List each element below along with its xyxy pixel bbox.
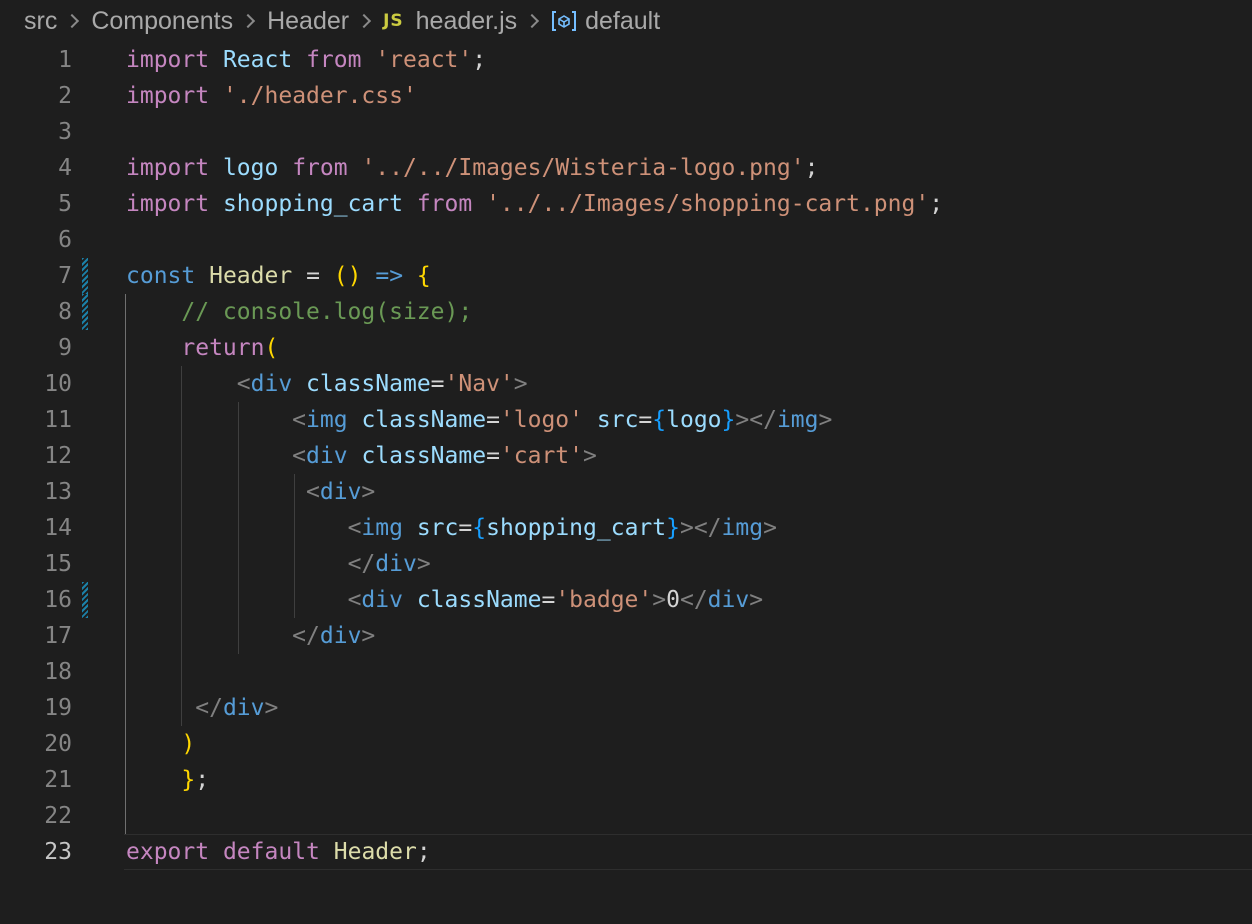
line-number[interactable]: 15 [0, 546, 72, 582]
line-number[interactable]: 5 [0, 186, 72, 222]
indent-guide [181, 366, 182, 726]
code-text: <div> [306, 479, 376, 505]
indent-guide [125, 294, 126, 834]
code-line[interactable]: 17 </div> [0, 618, 1252, 654]
chevron-right-icon [525, 13, 540, 29]
code-line[interactable]: 3 [0, 114, 1252, 150]
line-number[interactable]: 22 [0, 798, 72, 834]
code-editor[interactable]: 1 import React from 'react'; 2 import './he… [0, 42, 1252, 924]
chevron-right-icon [65, 13, 80, 29]
code-line[interactable]: 7 const Header = () => { [0, 258, 1252, 294]
line-number[interactable]: 9 [0, 330, 72, 366]
code-line[interactable]: 20 ) [0, 726, 1252, 762]
code-line[interactable]: 9 return( [0, 330, 1252, 366]
line-number[interactable]: 4 [0, 150, 72, 186]
chevron-right-icon [241, 13, 256, 29]
line-number[interactable]: 19 [0, 690, 72, 726]
line-number[interactable]: 2 [0, 78, 72, 114]
code-line[interactable]: 2 import './header.css' [0, 78, 1252, 114]
line-number[interactable]: 3 [0, 114, 72, 150]
line-number[interactable]: 13 [0, 474, 72, 510]
code-text: </div> [347, 551, 431, 577]
code-line[interactable]: 4 import logo from '../../Images/Wisteria… [0, 150, 1252, 186]
code-text: <div className='Nav'> [236, 371, 528, 397]
code-text: import React from 'react'; [126, 47, 487, 73]
line-number[interactable]: 11 [0, 402, 72, 438]
code-text: ) [181, 731, 196, 757]
code-line[interactable]: 5 import shopping_cart from '../../Images… [0, 186, 1252, 222]
javascript-file-icon: JS [383, 11, 404, 31]
chevron-right-icon [357, 13, 372, 29]
line-number[interactable]: 17 [0, 618, 72, 654]
line-number[interactable]: 21 [0, 762, 72, 798]
symbol-variable-icon [551, 9, 577, 33]
code-text: <img className='logo' src={logo}></img> [292, 407, 833, 433]
breadcrumb-components[interactable]: Components [91, 7, 233, 36]
line-number[interactable]: 10 [0, 366, 72, 402]
code-text: import logo from '../../Images/Wisteria-… [126, 155, 819, 181]
code-line[interactable]: 10 <div className='Nav'> [0, 366, 1252, 402]
code-text: </div> [195, 695, 279, 721]
code-line[interactable]: 16 <div className='badge'>0</div> [0, 582, 1252, 618]
code-text: const Header = () => { [126, 263, 431, 289]
code-text: import './header.css' [126, 83, 417, 109]
code-text: return( [181, 335, 279, 361]
modified-line-indicator[interactable] [82, 294, 88, 330]
breadcrumb: src Components Header JS header.js defau… [24, 4, 660, 38]
indent-guide [238, 402, 239, 654]
code-line[interactable]: 19 </div> [0, 690, 1252, 726]
line-number[interactable]: 16 [0, 582, 72, 618]
current-line-highlight [124, 834, 1252, 870]
code-text: // console.log(size); [181, 299, 473, 325]
code-line[interactable]: 12 <div className='cart'> [0, 438, 1252, 474]
breadcrumb-header-folder[interactable]: Header [267, 7, 349, 36]
breadcrumb-file[interactable]: header.js [416, 7, 517, 36]
line-number[interactable]: 8 [0, 294, 72, 330]
line-number[interactable]: 23 [0, 834, 72, 870]
code-line[interactable]: 22 [0, 798, 1252, 834]
code-text: }; [181, 767, 210, 793]
modified-line-indicator[interactable] [82, 258, 88, 294]
line-number[interactable]: 20 [0, 726, 72, 762]
code-line[interactable]: 18 [0, 654, 1252, 690]
breadcrumb-symbol[interactable]: default [585, 7, 660, 36]
code-line[interactable]: 8 // console.log(size); [0, 294, 1252, 330]
code-line[interactable]: 1 import React from 'react'; [0, 42, 1252, 78]
modified-line-indicator[interactable] [82, 582, 88, 618]
line-number[interactable]: 6 [0, 222, 72, 258]
line-number[interactable]: 18 [0, 654, 72, 690]
code-text: <img src={shopping_cart}></img> [347, 515, 777, 541]
code-line[interactable]: 6 [0, 222, 1252, 258]
line-number[interactable]: 1 [0, 42, 72, 78]
code-line[interactable]: 13 <div> [0, 474, 1252, 510]
line-number[interactable]: 7 [0, 258, 72, 294]
line-number[interactable]: 14 [0, 510, 72, 546]
breadcrumb-src[interactable]: src [24, 7, 57, 36]
code-line[interactable]: 11 <img className='logo' src={logo}></im… [0, 402, 1252, 438]
line-number[interactable]: 12 [0, 438, 72, 474]
code-text: import shopping_cart from '../../Images/… [126, 191, 944, 217]
code-text: <div className='cart'> [292, 443, 597, 469]
code-text: </div> [292, 623, 376, 649]
code-line[interactable]: 14 <img src={shopping_cart}></img> [0, 510, 1252, 546]
indent-guide [294, 474, 295, 618]
code-text: <div className='badge'>0</div> [347, 587, 764, 613]
code-line[interactable]: 15 </div> [0, 546, 1252, 582]
code-line[interactable]: 21 }; [0, 762, 1252, 798]
